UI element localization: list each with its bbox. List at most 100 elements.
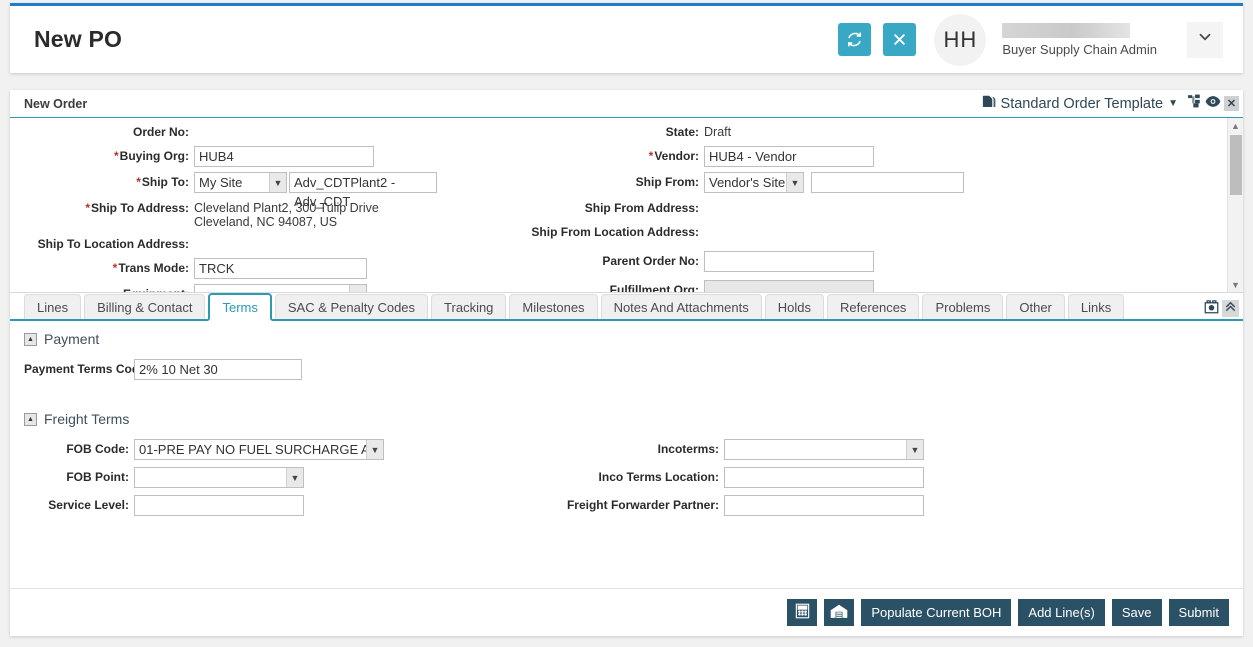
tab-terms[interactable]: Terms [208,293,272,321]
service-level-input[interactable] [134,495,304,516]
field-label-text: Buying Org: [119,149,189,163]
field-ship-from-location-address: Ship From Location Address: [510,222,1110,241]
collapse-all-button[interactable] [1222,300,1239,317]
field-freight-forwarder-partner: Freight Forwarder Partner: [554,495,1054,516]
user-info: Buyer Supply Chain Admin [1002,22,1157,57]
field-label: *Ship To: [10,172,194,189]
tab-problems[interactable]: Problems [922,294,1004,319]
chevron-down-icon: ▼ [349,285,366,292]
field-label: *Buying Org: [10,146,194,163]
buying-org-input[interactable]: HUB4 [194,146,374,167]
field-trans-mode: *Trans Mode: TRCK [10,258,510,279]
order-panel: New Order Standard Order Template ▼ ✕ Or… [10,90,1243,636]
tab-other[interactable]: Other [1006,294,1065,319]
field-label-text: Vendor: [654,149,699,163]
template-document-icon [981,94,996,114]
required-marker: * [114,149,119,163]
field-label-text: Ship To: [141,175,189,189]
payment-terms-code-input[interactable]: 2% 10 Net 30 [134,359,302,380]
field-state: State: Draft [510,122,1110,141]
header-actions: HH Buyer Supply Chain Admin [838,13,1223,66]
user-name [1002,22,1131,38]
freight-forwarder-partner-input[interactable] [724,495,924,516]
freight-terms-section-title: Freight Terms [44,411,130,427]
preview-button[interactable] [1205,95,1221,113]
field-ship-to-address: *Ship To Address: Cleveland Plant2, 300 … [10,198,510,229]
tab-holds[interactable]: Holds [764,294,824,319]
order-form-right-column: State: Draft *Vendor: HUB4 - Vendor Ship… [510,122,1110,292]
refresh-button[interactable] [838,23,872,56]
tab-lines[interactable]: Lines [24,294,82,319]
field-label: State: [665,125,699,139]
inco-terms-location-input[interactable] [724,467,924,488]
save-button[interactable]: Save [1111,599,1162,626]
panel-title: New Order [24,96,88,111]
state-value: Draft [704,125,732,139]
collapse-freight-terms-button[interactable]: ▲ [24,412,37,426]
field-vendor: *Vendor: HUB4 - Vendor [510,146,1110,167]
panel-header-actions: Standard Order Template ▼ ✕ [981,94,1239,114]
close-panel-button[interactable]: ✕ [1224,96,1239,111]
field-payment-terms-code: Payment Terms Code: 2% 10 Net 30 [24,359,554,380]
freight-terms-fields: FOB Code: 01-PRE PAY NO FUEL SURCHARGE A… [24,439,1243,523]
calculator-icon [795,603,810,622]
hierarchy-button[interactable] [1187,94,1202,113]
scroll-down-arrow-icon[interactable]: ▼ [1228,277,1243,292]
order-panel-header: New Order Standard Order Template ▼ ✕ [10,90,1243,118]
form-scrollbar[interactable]: ▲ ▼ [1227,118,1243,292]
ship-to-location-input[interactable]: Adv_CDTPlant2 - Adv_CDT [289,172,437,209]
avatar: HH [934,13,987,66]
populate-current-boh-button[interactable]: Populate Current BOH [861,599,1012,626]
field-equipment: Equipment: ▼ [10,284,510,292]
add-lines-button[interactable]: Add Line(s) [1018,599,1105,626]
hierarchy-icon [1187,94,1202,113]
tab-links[interactable]: Links [1067,294,1125,319]
fob-code-select[interactable]: 01-PRE PAY NO FUEL SURCHARGE ALLOV ▼ [134,439,384,460]
fob-point-select[interactable]: ▼ [134,467,304,488]
chevron-down-icon: ▼ [906,440,923,459]
tab-bar: Lines Billing & Contact Terms SAC & Pena… [10,293,1243,321]
equipment-select[interactable]: ▼ [194,284,367,292]
close-window-button[interactable] [883,23,917,56]
field-label: *Trans Mode: [10,258,194,275]
trans-mode-input[interactable]: TRCK [194,258,367,279]
fulfillment-org-input [704,280,874,292]
calculator-button[interactable] [787,599,818,626]
scrollbar-thumb[interactable] [1230,135,1242,195]
field-inco-terms-location: Inco Terms Location: [554,467,1054,488]
ship-from-type-select[interactable]: Vendor's Site ▼ [704,172,804,193]
order-template-selector[interactable]: Standard Order Template ▼ [981,94,1184,114]
field-label: Incoterms: [657,442,719,456]
field-ship-to: *Ship To: My Site ▼ Adv_CDTPlant2 - Adv_… [10,172,510,209]
payment-fields: Payment Terms Code: 2% 10 Net 30 [24,359,1243,387]
submit-button[interactable]: Submit [1168,599,1229,626]
tab-sac-penalty-codes[interactable]: SAC & Penalty Codes [274,294,429,319]
tab-tracking[interactable]: Tracking [431,294,507,319]
collapse-payment-button[interactable]: ▲ [24,332,37,346]
tab-notes-and-attachments[interactable]: Notes And Attachments [600,294,762,319]
settings-button[interactable] [1203,299,1220,317]
field-parent-order-no: Parent Order No: [510,251,1110,272]
warehouse-button[interactable] [824,599,855,626]
scroll-up-arrow-icon[interactable]: ▲ [1228,118,1243,133]
field-label: Ship From: [635,175,699,189]
field-label: FOB Point: [66,470,129,484]
close-icon: ✕ [1226,98,1237,110]
field-label: Inco Terms Location: [598,470,719,484]
tab-references[interactable]: References [826,294,920,319]
collapse-all-icon [1224,300,1237,318]
field-label: Freight Forwarder Partner: [566,498,719,512]
field-label-text: Trans Mode: [118,261,189,275]
required-marker: * [85,201,90,215]
user-menu-button[interactable] [1187,21,1223,58]
ship-from-location-input[interactable] [811,172,964,193]
vendor-input[interactable]: HUB4 - Vendor [704,146,874,167]
footer-action-bar: Populate Current BOH Add Line(s) Save Su… [10,588,1243,636]
parent-order-no-input[interactable] [704,251,874,272]
incoterms-select[interactable]: ▼ [724,439,924,460]
ship-to-address-line2: Cleveland, NC 94087, US [194,215,338,229]
tab-billing-contact[interactable]: Billing & Contact [84,294,206,319]
tab-milestones[interactable]: Milestones [509,294,598,319]
ship-to-type-select[interactable]: My Site ▼ [194,172,287,193]
chevron-down-icon: ▼ [269,173,286,192]
